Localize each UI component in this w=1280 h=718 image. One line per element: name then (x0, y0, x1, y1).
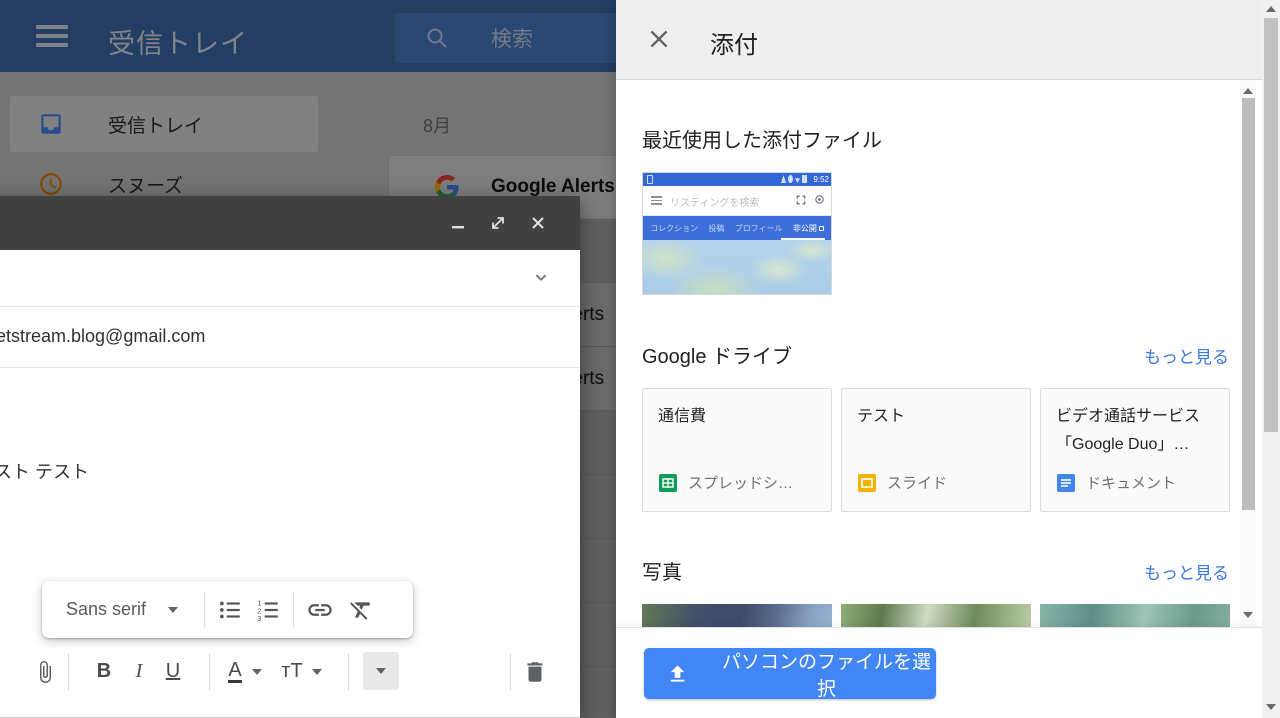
minimize-icon[interactable] (446, 211, 470, 235)
text-size-icon[interactable]: тT (275, 648, 309, 695)
upload-button-label: パソコンのファイルを選択 (717, 647, 936, 701)
phone-tab: 非公開 (793, 223, 824, 234)
photo-thumbnail[interactable] (841, 604, 1031, 628)
close-icon[interactable] (646, 26, 674, 54)
phone-status-bar: 9:52 (643, 173, 831, 186)
file-type: スプレッドシート (688, 472, 806, 493)
recent-attachment-thumbnail[interactable]: 9:52 リスティングを検索 コレクション 投稿 プロフィール 非公開 (642, 172, 832, 295)
menu-icon (651, 196, 662, 205)
compose-toolbar: B I U A тT (0, 648, 580, 698)
underline-icon[interactable]: U (160, 648, 186, 695)
lock-icon (819, 226, 824, 231)
file-name: ビデオ通話サービス「Google Duo」… (1056, 403, 1216, 459)
app-window: 受信トレイ 検索 受信トレイ スヌーズ 8月 Google Alerts Goo… (0, 0, 1280, 718)
photos-more-link[interactable]: もっと見る (1144, 559, 1229, 584)
recent-attachments-heading: 最近使用した添付ファイル (642, 124, 882, 153)
scrollbar-thumb[interactable] (1242, 98, 1255, 510)
drive-section-heading: Google ドライブ (642, 340, 792, 369)
drive-file-card[interactable]: テスト スライド (841, 388, 1031, 512)
recipients-field[interactable] (0, 250, 580, 307)
drive-more-link[interactable]: もっと見る (1144, 343, 1229, 368)
compose-window: etstream.blog@gmail.com スト テスト Sans seri… (0, 196, 580, 718)
more-options-button[interactable] (363, 652, 399, 690)
sheets-icon (658, 473, 678, 493)
upload-file-button[interactable]: パソコンのファイルを選択 (644, 648, 936, 699)
file-name: テスト (857, 403, 1017, 431)
panel-title: 添付 (710, 25, 758, 60)
clear-formatting-icon[interactable] (348, 597, 374, 623)
close-icon[interactable] (526, 211, 550, 235)
file-name: 通信費 (658, 403, 818, 431)
upload-icon (666, 662, 689, 686)
numbered-list-icon[interactable]: 123 (255, 597, 281, 623)
phone-tab: コレクション (650, 223, 698, 234)
phone-search-bar: リスティングを検索 (643, 186, 831, 216)
chevron-down-icon[interactable] (312, 669, 322, 675)
compose-titlebar[interactable] (0, 196, 580, 250)
docs-icon (1056, 473, 1076, 493)
fullscreen-icon (796, 195, 806, 205)
bold-icon[interactable]: B (91, 648, 117, 695)
drive-file-card[interactable]: 通信費 スプレッドシート (642, 388, 832, 512)
formatting-popup: Sans serif 123 (42, 581, 413, 638)
bulleted-list-icon[interactable] (217, 597, 243, 623)
photos-section-heading: 写真 (642, 556, 682, 585)
panel-header: 添付 (616, 0, 1262, 80)
discard-draft-icon[interactable] (520, 648, 550, 695)
file-type: ドキュメント (1086, 472, 1176, 493)
file-type: スライド (887, 472, 947, 493)
from-field[interactable]: etstream.blog@gmail.com (0, 307, 580, 368)
photo-thumbnail[interactable] (642, 604, 832, 628)
status-icons (781, 175, 807, 183)
map-image (643, 240, 831, 294)
phone-icon (647, 175, 653, 184)
chevron-down-icon[interactable] (252, 669, 262, 675)
scroll-down-arrow[interactable] (1243, 612, 1253, 618)
panel-footer: パソコンのファイルを選択 (616, 627, 1262, 718)
chevron-down-icon[interactable] (530, 266, 552, 293)
attachment-panel: 添付 最近使用した添付ファイル 9:52 リスティングを検索 コレクション 投稿… (616, 0, 1262, 718)
font-family-select[interactable]: Sans serif (66, 599, 146, 620)
scroll-down-arrow[interactable] (1266, 704, 1276, 710)
svg-text:3: 3 (257, 613, 261, 622)
message-body[interactable]: スト テスト (0, 458, 89, 484)
phone-tab: プロフィール (735, 223, 783, 234)
location-icon (814, 194, 825, 205)
italic-icon[interactable]: I (126, 648, 152, 695)
phone-tab: 投稿 (708, 223, 724, 234)
text-color-icon[interactable]: A (222, 648, 248, 695)
chevron-down-icon[interactable] (168, 607, 178, 613)
scrollbar-thumb[interactable] (1264, 18, 1278, 432)
phone-tab-bar: コレクション 投稿 プロフィール 非公開 (643, 216, 831, 240)
attach-file-icon[interactable] (32, 648, 58, 695)
status-time: 9:52 (813, 175, 829, 184)
phone-search-placeholder: リスティングを検索 (670, 194, 759, 209)
drive-file-card[interactable]: ビデオ通話サービス「Google Duo」… ドキュメント (1040, 388, 1230, 512)
expand-icon[interactable] (486, 211, 510, 235)
panel-scrollbar[interactable] (1240, 80, 1257, 627)
scroll-up-arrow[interactable] (1243, 88, 1253, 94)
slides-icon (857, 473, 877, 493)
scroll-up-arrow[interactable] (1266, 6, 1276, 12)
page-scrollbar[interactable] (1262, 0, 1280, 718)
from-email: etstream.blog@gmail.com (0, 326, 205, 347)
insert-link-icon[interactable] (306, 596, 334, 624)
photo-thumbnail[interactable] (1040, 604, 1230, 628)
